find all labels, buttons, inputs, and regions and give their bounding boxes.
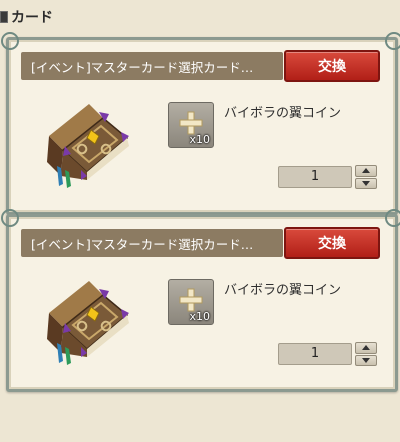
item-title-bar: [イベント]マスターカード選択カード… bbox=[21, 52, 283, 80]
spellbook-icon bbox=[47, 281, 129, 365]
item-title: [イベント]マスターカード選択カード… bbox=[31, 59, 254, 75]
item-title: [イベント]マスターカード選択カード… bbox=[31, 236, 254, 252]
arrow-up-icon bbox=[362, 168, 370, 174]
exchange-item-card: [イベント]マスターカード選択カード… 交換 x10 バイボラの翼コイン 1 bbox=[1, 209, 400, 392]
quantity-increase-button[interactable] bbox=[355, 342, 377, 354]
cost-item-slot: x10 bbox=[168, 102, 214, 148]
quantity-stepper bbox=[355, 342, 377, 366]
arrow-down-icon bbox=[362, 180, 370, 186]
cost-quantity: x10 bbox=[189, 133, 210, 146]
item-title-bar: [イベント]マスターカード選択カード… bbox=[21, 229, 283, 257]
cost-item-slot: x10 bbox=[168, 279, 214, 325]
quantity-increase-button[interactable] bbox=[355, 165, 377, 177]
arrow-up-icon bbox=[362, 345, 370, 351]
quantity-stepper bbox=[355, 165, 377, 189]
cost-item-name: バイボラの翼コイン bbox=[224, 283, 342, 298]
exchange-button-label: 交換 bbox=[318, 236, 346, 252]
exchange-button[interactable]: 交換 bbox=[284, 50, 380, 82]
quantity-input[interactable]: 1 bbox=[278, 343, 352, 365]
quantity-input[interactable]: 1 bbox=[278, 166, 352, 188]
quantity-decrease-button[interactable] bbox=[355, 177, 377, 189]
exchange-button-label: 交換 bbox=[318, 59, 346, 75]
exchange-item-card: [イベント]マスターカード選択カード… 交換 x10 バイボラの翼コイン 1 bbox=[1, 32, 400, 215]
exchange-button[interactable]: 交換 bbox=[284, 227, 380, 259]
section-title: カード bbox=[11, 10, 53, 26]
quantity-decrease-button[interactable] bbox=[355, 354, 377, 366]
section-header: カード bbox=[0, 6, 53, 28]
spellbook-icon bbox=[47, 104, 129, 188]
arrow-down-icon bbox=[362, 357, 370, 363]
cost-quantity: x10 bbox=[189, 310, 210, 323]
card-category-icon bbox=[0, 11, 8, 23]
cost-item-name: バイボラの翼コイン bbox=[224, 106, 342, 121]
